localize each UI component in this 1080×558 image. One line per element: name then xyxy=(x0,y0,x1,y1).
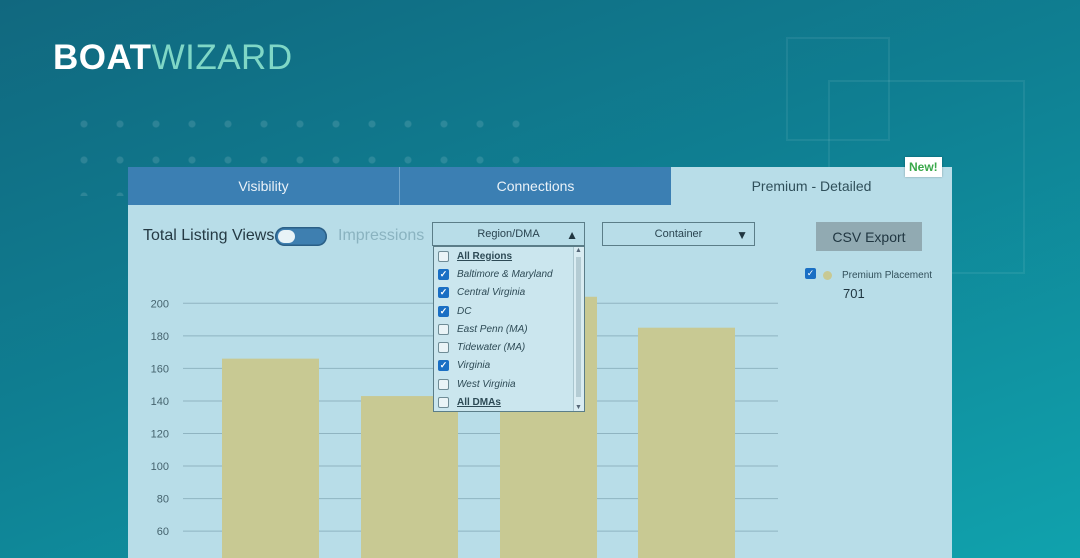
region-option[interactable]: West Virginia xyxy=(434,375,584,393)
tab-connections[interactable]: Connections xyxy=(400,167,671,205)
metric-toggle[interactable] xyxy=(275,227,327,246)
y-tick-label: 180 xyxy=(151,331,169,343)
legend-swatch xyxy=(823,271,832,280)
checkbox[interactable]: ✓ xyxy=(438,287,449,299)
caret-up-icon: ▲ xyxy=(566,228,578,242)
bar[interactable] xyxy=(222,358,319,558)
region-option[interactable]: ✓ Virginia xyxy=(434,357,584,375)
region-option-label: DC xyxy=(457,305,472,317)
region-option[interactable]: East Penn (MA) xyxy=(434,320,584,338)
legend-label: Premium Placement xyxy=(842,270,933,281)
toggle-knob xyxy=(278,230,295,243)
y-tick-label: 80 xyxy=(157,494,169,506)
container-select-label: Container xyxy=(654,228,703,240)
legend-value: 701 xyxy=(843,286,865,301)
region-dropdown-list[interactable]: All Regions ✓ Baltimore & Maryland ✓ Central… xyxy=(433,246,585,412)
region-select[interactable]: Region/DMA ▲ xyxy=(432,222,585,246)
tab-visibility[interactable]: Visibility xyxy=(128,167,400,205)
region-option[interactable]: ✓ DC xyxy=(434,302,584,320)
checkbox[interactable] xyxy=(438,323,449,335)
y-tick-label: 60 xyxy=(157,526,169,538)
region-option-label: East Penn (MA) xyxy=(457,323,528,335)
csv-export-button[interactable]: CSV Export xyxy=(816,222,922,251)
brand-logo: BOATWIZARD xyxy=(53,40,293,75)
region-option-label: Central Virginia xyxy=(457,287,526,299)
metric-label: Total Listing Views xyxy=(143,227,275,244)
logo-part-1: BOAT xyxy=(53,38,152,77)
container-select[interactable]: Container ▼ xyxy=(602,222,755,246)
region-option[interactable]: All DMAs xyxy=(434,393,584,411)
caret-down-icon: ▼ xyxy=(736,228,748,242)
legend-checkbox[interactable]: ✓ xyxy=(805,268,816,279)
bar[interactable] xyxy=(361,396,458,558)
checkbox[interactable]: ✓ xyxy=(438,360,449,372)
y-tick-label: 120 xyxy=(151,429,169,441)
region-option[interactable]: ✓ Baltimore & Maryland xyxy=(434,265,584,283)
region-select-label: Region/DMA xyxy=(477,228,540,240)
checkbox[interactable] xyxy=(438,397,449,409)
scroll-down-icon[interactable]: ▼ xyxy=(575,404,582,411)
y-tick-label: 100 xyxy=(151,461,169,473)
y-tick-label: 140 xyxy=(151,396,169,408)
region-option-label: Virginia xyxy=(457,360,491,372)
alt-metric-label[interactable]: Impressions xyxy=(338,227,424,245)
region-option-label: Tidewater (MA) xyxy=(457,342,526,354)
tab-bar: Visibility Connections Premium - Detaile… xyxy=(128,167,952,205)
region-option-label: All DMAs xyxy=(457,397,501,409)
checkbox[interactable] xyxy=(438,378,449,390)
region-option[interactable]: All Regions xyxy=(434,247,584,265)
dashboard-panel: Visibility Connections Premium - Detaile… xyxy=(128,167,952,558)
region-option[interactable]: Tidewater (MA) xyxy=(434,338,584,356)
y-tick-label: 160 xyxy=(151,363,169,375)
checkbox[interactable] xyxy=(438,342,449,354)
checkbox[interactable]: ✓ xyxy=(438,268,449,280)
scrollbar-thumb[interactable] xyxy=(576,257,581,397)
new-badge: New! xyxy=(905,157,942,177)
checkbox[interactable]: ✓ xyxy=(438,305,449,317)
checkbox[interactable] xyxy=(438,250,449,262)
dropdown-scrollbar[interactable]: ▲ ▼ xyxy=(573,247,584,411)
y-tick-label: 200 xyxy=(151,298,169,310)
bar[interactable] xyxy=(638,327,735,558)
region-option-label: West Virginia xyxy=(457,378,516,390)
scroll-up-icon[interactable]: ▲ xyxy=(575,247,582,254)
region-option-label: All Regions xyxy=(457,250,513,262)
region-option-label: Baltimore & Maryland xyxy=(457,268,553,280)
logo-part-2: WIZARD xyxy=(151,38,293,77)
region-option[interactable]: ✓ Central Virginia xyxy=(434,284,584,302)
